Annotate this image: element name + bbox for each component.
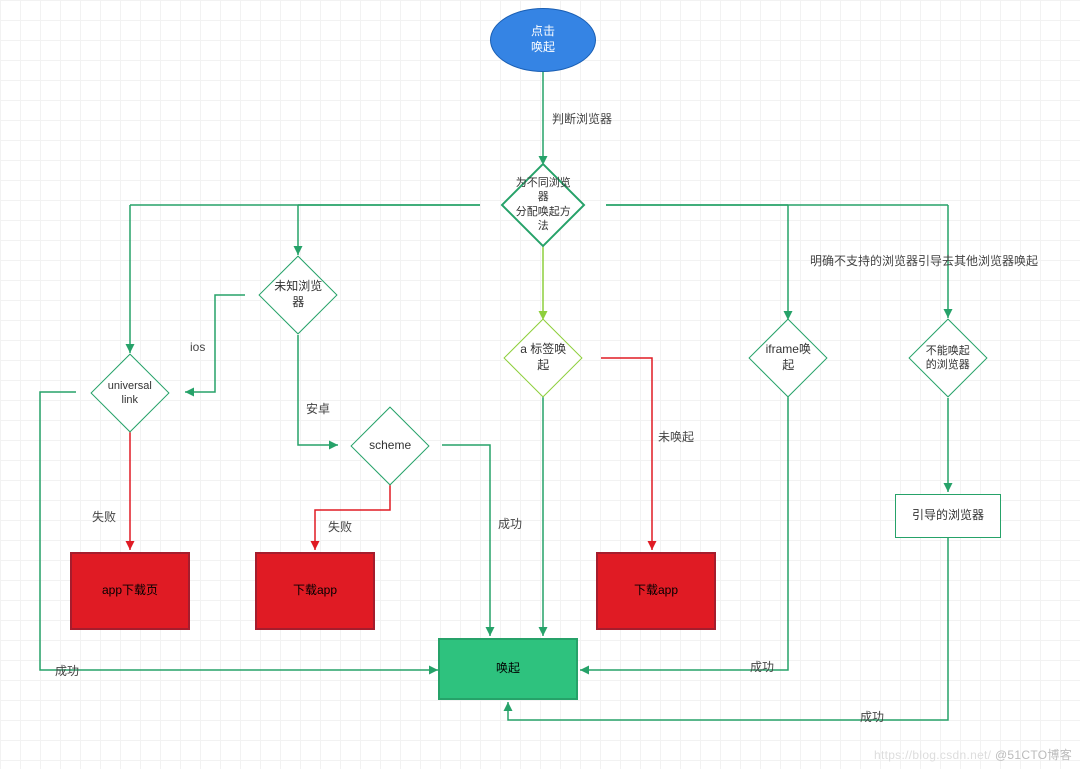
atag-label: a 标签唤起 xyxy=(516,342,570,373)
watermark-faint: https://blog.csdn.net/ xyxy=(874,748,991,762)
edge-label-judge: 判断浏览器 xyxy=(552,110,612,127)
app-download-page-process: app下载页 xyxy=(70,552,190,630)
a-tag-decision: a 标签唤起 xyxy=(503,318,582,397)
download-app-process-2: 下载app xyxy=(596,552,716,630)
edge-label-notawake: 未唤起 xyxy=(658,428,694,445)
dl-app-2-label: 下载app xyxy=(634,583,678,599)
edge-label-android: 安卓 xyxy=(306,400,330,417)
edge-label-success-a: 成功 xyxy=(498,515,522,532)
unable-label: 不能唤起的浏览器 xyxy=(921,344,975,373)
dispatch-label: 为不同浏览器 分配唤起方法 xyxy=(515,176,571,233)
guide-label: 引导的浏览器 xyxy=(912,508,984,524)
universal-label: universal link xyxy=(103,379,157,408)
download-app-process-1: 下载app xyxy=(255,552,375,630)
iframe-decision: iframe唤起 xyxy=(748,318,827,397)
edge-label-success-guide: 成功 xyxy=(860,708,884,725)
dispatch-decision: 为不同浏览器 分配唤起方法 xyxy=(501,163,586,248)
edge-label-success-ul: 成功 xyxy=(55,662,79,679)
unknown-browser-decision: 未知浏览器 xyxy=(258,255,337,334)
guide-browser-process: 引导的浏览器 xyxy=(895,494,1001,538)
edge-label-success-iframe: 成功 xyxy=(750,658,774,675)
app-dl-page-label: app下载页 xyxy=(102,583,158,599)
unknown-label: 未知浏览器 xyxy=(271,279,325,310)
edge-label-explicit: 明确不支持的浏览器引导去其他浏览器唤起 xyxy=(810,252,1038,269)
flowchart-canvas: 点击 唤起 为不同浏览器 分配唤起方法 未知浏览器 universal link… xyxy=(0,0,1080,769)
edge-label-fail2: 失败 xyxy=(328,518,352,535)
start-node: 点击 唤起 xyxy=(490,8,596,72)
dl-app-1-label: 下载app xyxy=(293,583,337,599)
watermark: https://blog.csdn.net/ @51CTO博客 xyxy=(874,746,1072,763)
edge-label-ios: ios xyxy=(190,340,205,354)
awake-label: 唤起 xyxy=(496,661,520,677)
scheme-decision: scheme xyxy=(350,406,429,485)
iframe-label: iframe唤起 xyxy=(761,342,815,373)
awake-process: 唤起 xyxy=(438,638,578,700)
scheme-label: scheme xyxy=(363,438,417,454)
unable-decision: 不能唤起的浏览器 xyxy=(908,318,987,397)
watermark-text: @51CTO博客 xyxy=(995,748,1072,762)
start-label: 点击 唤起 xyxy=(531,24,555,55)
edge-label-fail1: 失败 xyxy=(92,508,116,525)
universal-link-decision: universal link xyxy=(90,353,169,432)
